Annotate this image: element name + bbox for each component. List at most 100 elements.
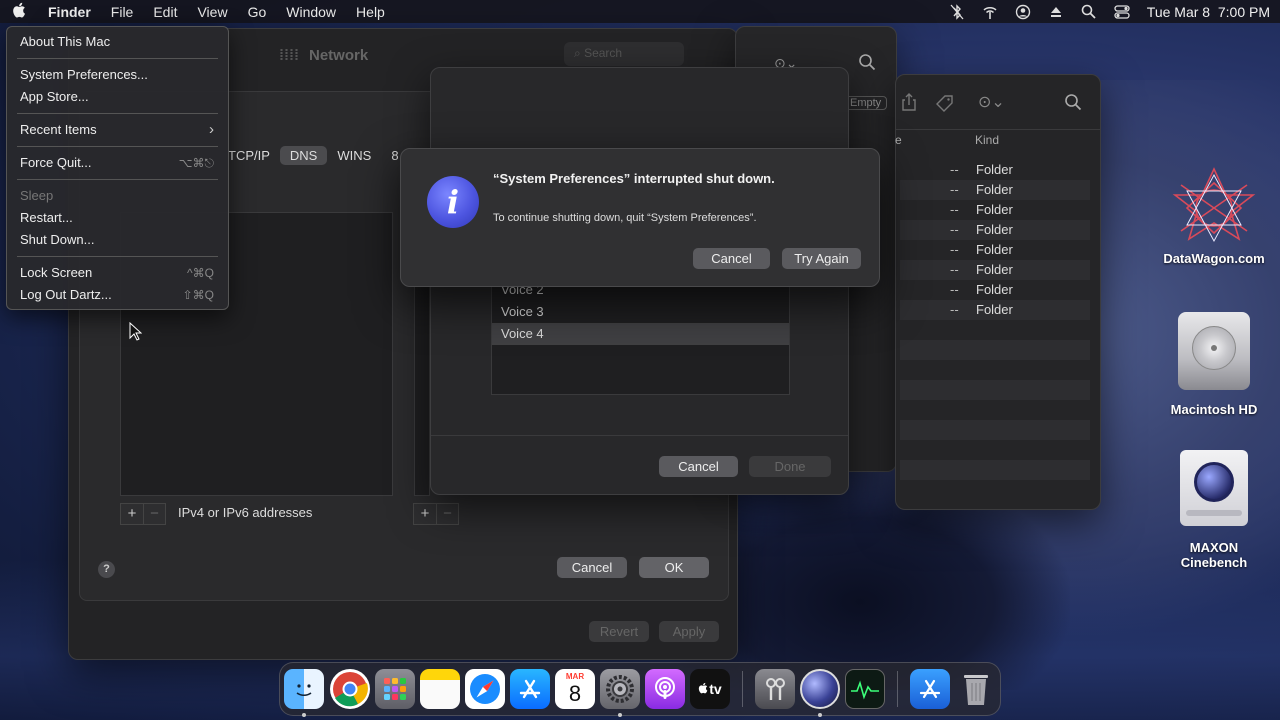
user-account-icon[interactable] [1015, 4, 1031, 20]
remove-dns-server-button[interactable]: − [143, 504, 165, 524]
apple-tv-icon[interactable]: tv [690, 669, 730, 709]
file-row[interactable]: -- Folder [900, 240, 1090, 260]
clock-datetime[interactable]: Tue Mar 8 7:00 PM [1147, 4, 1270, 20]
apple-tv-logo-icon [698, 682, 708, 697]
podcasts-icon[interactable] [645, 669, 685, 709]
tag-icon[interactable] [936, 94, 954, 117]
menu-item-system-preferences[interactable]: System Preferences... [7, 64, 228, 86]
menu-item-shut-down[interactable]: Shut Down... [7, 229, 228, 251]
trash-icon[interactable] [956, 669, 996, 709]
menu-item-about[interactable]: About This Mac [7, 31, 228, 53]
finder-search-icon[interactable] [858, 53, 876, 76]
size-column-header[interactable]: e [895, 133, 902, 147]
voice-list[interactable]: Voice 2 Voice 3 Voice 4 [491, 278, 790, 395]
menu-separator [17, 179, 218, 180]
activity-monitor-icon[interactable] [845, 669, 885, 709]
menu-view[interactable]: View [187, 4, 237, 20]
dns-cancel-button[interactable]: Cancel [557, 557, 627, 578]
file-row[interactable]: -- Folder [900, 280, 1090, 300]
datawagon-logo-icon [1171, 165, 1257, 251]
try-again-button[interactable]: Try Again [782, 248, 861, 269]
desktop-item-datawagon[interactable]: DataWagon.com [1158, 165, 1270, 266]
system-preferences-icon[interactable] [600, 669, 640, 709]
safari-icon[interactable] [465, 669, 505, 709]
help-button[interactable]: ? [98, 561, 115, 578]
control-center-icon[interactable] [1114, 4, 1130, 20]
hard-drive-icon [1178, 312, 1250, 390]
empty-row [900, 460, 1090, 480]
running-indicator [818, 713, 822, 717]
network-window-title: ⁞⁞⁞⁞ Network [279, 47, 369, 64]
menu-file[interactable]: File [101, 4, 144, 20]
revert-button[interactable]: Revert [589, 621, 649, 642]
tab-dns[interactable]: DNS [279, 145, 328, 165]
add-dns-server-button[interactable]: + [121, 504, 143, 524]
file-row[interactable]: -- Folder [900, 180, 1090, 200]
finder-icon[interactable] [284, 669, 324, 709]
launchpad-icon[interactable] [375, 669, 415, 709]
list-item[interactable]: Voice 4 [492, 323, 789, 345]
more-actions-icon[interactable]: ⊙⌄ [978, 92, 1005, 112]
mouse-cursor-icon [129, 321, 143, 346]
menu-edit[interactable]: Edit [143, 4, 187, 20]
dns-ok-button[interactable]: OK [639, 557, 709, 578]
apple-menu-dropdown: About This Mac System Preferences... App… [6, 26, 229, 310]
applications-folder-icon[interactable] [910, 669, 950, 709]
file-row[interactable]: -- Folder [900, 220, 1090, 240]
tab-wins[interactable]: WINS [327, 146, 381, 165]
empty-row [900, 340, 1090, 360]
grid-icon[interactable]: ⁞⁞⁞⁞ [279, 47, 299, 64]
add-search-domain-button[interactable]: + [414, 504, 436, 524]
network-icon[interactable] [982, 4, 998, 20]
voice-cancel-button[interactable]: Cancel [659, 456, 738, 477]
notes-icon[interactable] [420, 669, 460, 709]
running-indicator [618, 713, 622, 717]
alert-cancel-button[interactable]: Cancel [693, 248, 770, 269]
list-item[interactable]: Voice 3 [492, 301, 789, 323]
cinebench-dock-icon[interactable] [800, 669, 840, 709]
apple-menu-icon[interactable] [0, 2, 38, 22]
calendar-icon[interactable]: MAR 8 [555, 669, 595, 709]
dock-divider [742, 671, 743, 707]
remove-search-domain-button[interactable]: − [436, 504, 458, 524]
file-row[interactable]: -- Folder [900, 160, 1090, 180]
menu-help[interactable]: Help [346, 4, 395, 20]
bluetooth-off-icon[interactable] [949, 3, 965, 20]
shortcut-label: ^⌘Q [187, 266, 214, 280]
file-row[interactable]: -- Folder [900, 300, 1090, 320]
menu-item-log-out[interactable]: Log Out Dartz... ⇧⌘Q [7, 284, 228, 306]
voice-done-button[interactable]: Done [749, 456, 831, 477]
menu-item-restart[interactable]: Restart... [7, 207, 228, 229]
apply-button[interactable]: Apply [659, 621, 719, 642]
app-store-icon[interactable] [510, 669, 550, 709]
menu-go[interactable]: Go [238, 4, 277, 20]
menu-item-force-quit[interactable]: Force Quit... ⌥⌘⎋ [7, 152, 228, 174]
spotlight-search-icon[interactable] [1081, 4, 1097, 20]
dock: MAR 8 tv [279, 662, 1001, 717]
header-divider [896, 129, 1100, 130]
info-icon: i [427, 176, 479, 228]
empty-trash-button[interactable]: Empty [844, 96, 888, 110]
file-row[interactable]: -- Folder [900, 200, 1090, 220]
search-icon: ⌕ [574, 46, 581, 60]
eject-icon[interactable] [1048, 4, 1064, 20]
desktop-label: Cinebench [1180, 555, 1248, 570]
file-row[interactable]: -- Folder [900, 260, 1090, 280]
menu-item-app-store[interactable]: App Store... [7, 86, 228, 108]
desktop-item-cinebench[interactable]: MAXON Cinebench [1158, 450, 1270, 570]
keychain-access-icon[interactable] [755, 669, 795, 709]
front-finder-search-icon[interactable] [1064, 93, 1082, 116]
menu-finder[interactable]: Finder [38, 4, 101, 20]
desktop-label: MAXON [1189, 540, 1239, 555]
advanced-tabs: TCP/IP DNS WINS 8 [218, 144, 409, 166]
menu-window[interactable]: Window [276, 4, 346, 20]
network-search-field[interactable]: ⌕ Search [564, 42, 684, 66]
domain-add-remove: + − [413, 503, 459, 525]
menu-separator [17, 58, 218, 59]
kind-column-header[interactable]: Kind [975, 133, 999, 147]
menu-item-lock-screen[interactable]: Lock Screen ^⌘Q [7, 262, 228, 284]
share-icon[interactable] [901, 93, 917, 116]
chrome-icon[interactable] [330, 669, 370, 709]
menu-item-recent-items[interactable]: Recent Items › [7, 119, 228, 141]
desktop-item-macintosh-hd[interactable]: Macintosh HD [1158, 312, 1270, 417]
